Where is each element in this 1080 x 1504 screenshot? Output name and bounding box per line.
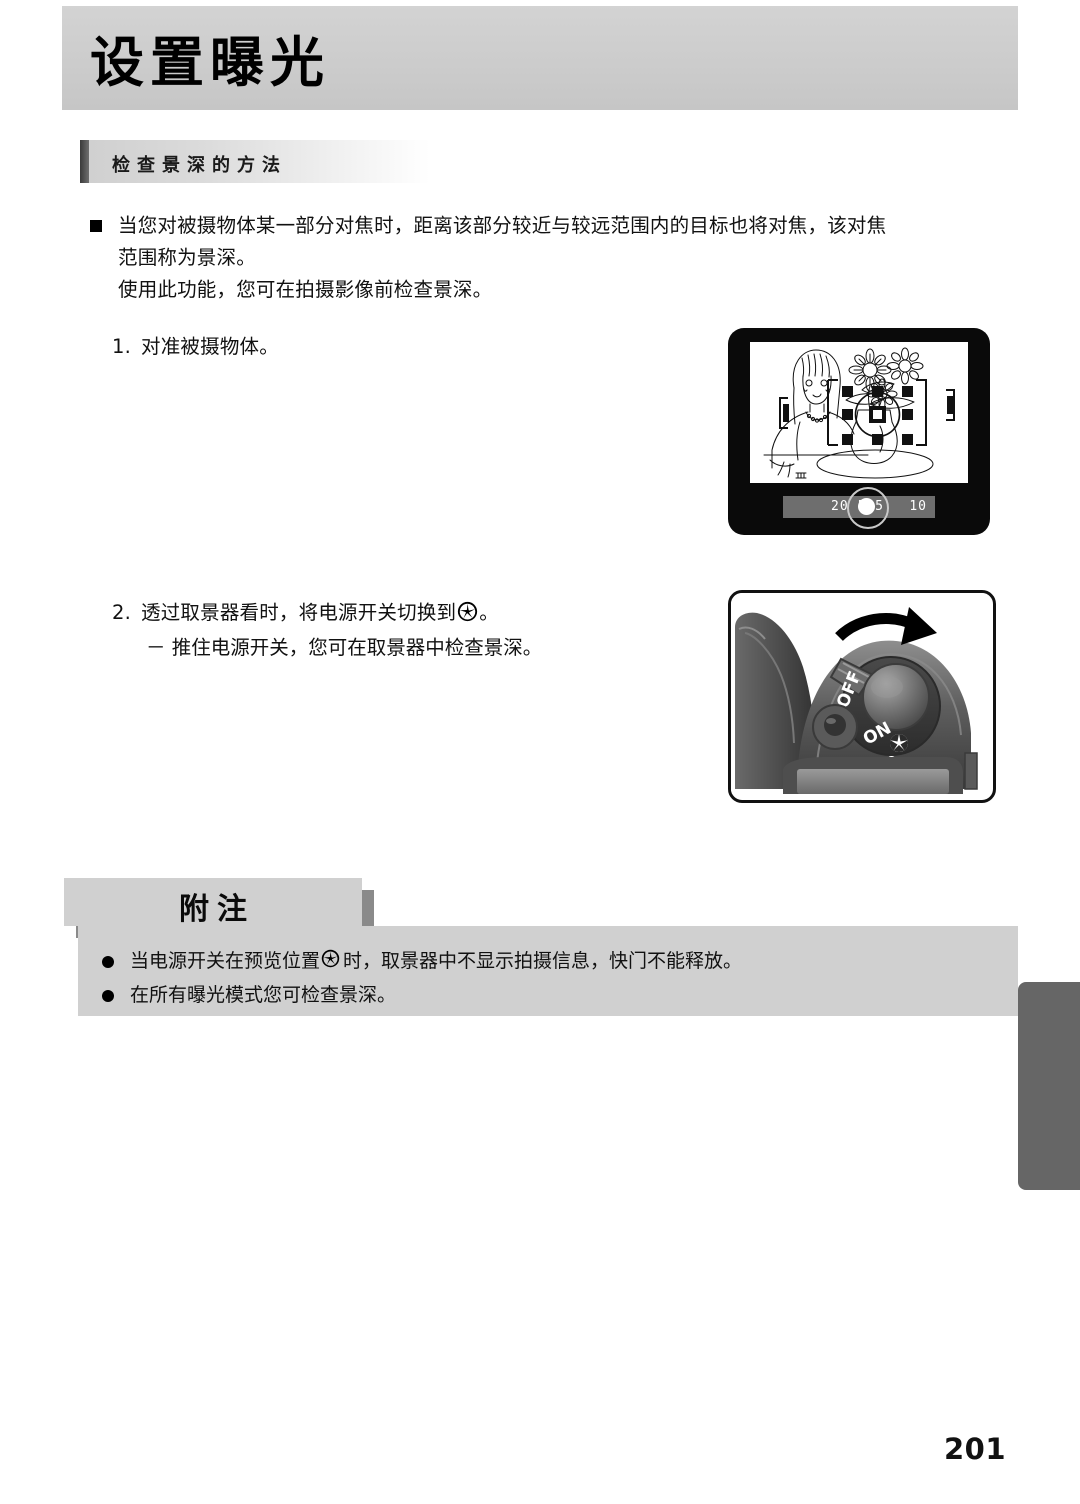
intro-line-2: 范围称为景深。 <box>118 246 256 269</box>
viewfinder-focus-indicator-icon <box>847 487 889 529</box>
intro-bullet-item: 当您对被摄物体某一部分对焦时，距离该部分较近与较远范围内的目标也将对焦，该对焦 <box>88 210 988 242</box>
round-bullet-icon <box>102 990 114 1002</box>
aperture-preview-icon <box>321 949 342 970</box>
square-bullet-icon <box>90 220 102 232</box>
intro-paragraph-block: 当您对被摄物体某一部分对焦时，距离该部分较近与较远范围内的目标也将对焦，该对焦 … <box>88 210 988 306</box>
power-switch-illustration: OFF ON <box>728 590 996 803</box>
viewfinder-scene-art <box>750 342 968 483</box>
note-list: 当电源开关在预览位置 时，取景器中不显示拍摄信息，快门不能释放。 在所有曝光模式您… <box>100 944 1000 1012</box>
step-2-sub-note: － 推住电源开关，您可在取景器中检查景深。 <box>146 636 543 659</box>
viewfinder-illustration: 20 F45 10 <box>728 328 990 535</box>
note-item-1: 当电源开关在预览位置 时，取景器中不显示拍摄信息，快门不能释放。 <box>100 944 1000 978</box>
page-number: 201 <box>944 1432 1007 1466</box>
step-2: 2. 透过取景器看时，将电源开关切换到。 <box>112 596 499 629</box>
step-2-text-before: 透过取景器看时，将电源开关切换到 <box>141 601 457 624</box>
page-title: 设置曝光 <box>90 31 330 94</box>
note-tab-label: 附注 <box>179 892 255 927</box>
section-header-tick <box>80 140 89 183</box>
note-item-2: 在所有曝光模式您可检查景深。 <box>100 978 1000 1012</box>
note-2-text: 在所有曝光模式您可检查景深。 <box>130 984 397 1006</box>
note-1-text-before: 当电源开关在预览位置 <box>130 950 321 972</box>
step-2-text-after: 。 <box>479 601 499 624</box>
section-title: 检查景深的方法 <box>112 155 287 176</box>
intro-line-3: 使用此功能，您可在拍摄影像前检查景深。 <box>118 278 493 301</box>
aperture-preview-icon <box>457 601 478 622</box>
intro-line-1: 当您对被摄物体某一部分对焦时，距离该部分较近与较远范围内的目标也将对焦，该对焦 <box>118 214 887 237</box>
step-1-text: 对准被摄物体。 <box>141 335 279 358</box>
step-1: 1. 对准被摄物体。 <box>112 330 279 363</box>
viewfinder-frame-counter: 10 <box>909 499 927 514</box>
round-bullet-icon <box>102 956 114 968</box>
step-2-number: 2. <box>112 601 132 624</box>
camera-top-art: OFF ON <box>731 593 987 794</box>
note-1-text-after: 时，取景器中不显示拍摄信息，快门不能释放。 <box>343 950 743 972</box>
chapter-edge-tab <box>1018 982 1080 1190</box>
aperture-preview-icon-on-dial <box>889 733 909 753</box>
viewfinder-screen <box>750 342 968 483</box>
step-1-number: 1. <box>112 335 132 358</box>
